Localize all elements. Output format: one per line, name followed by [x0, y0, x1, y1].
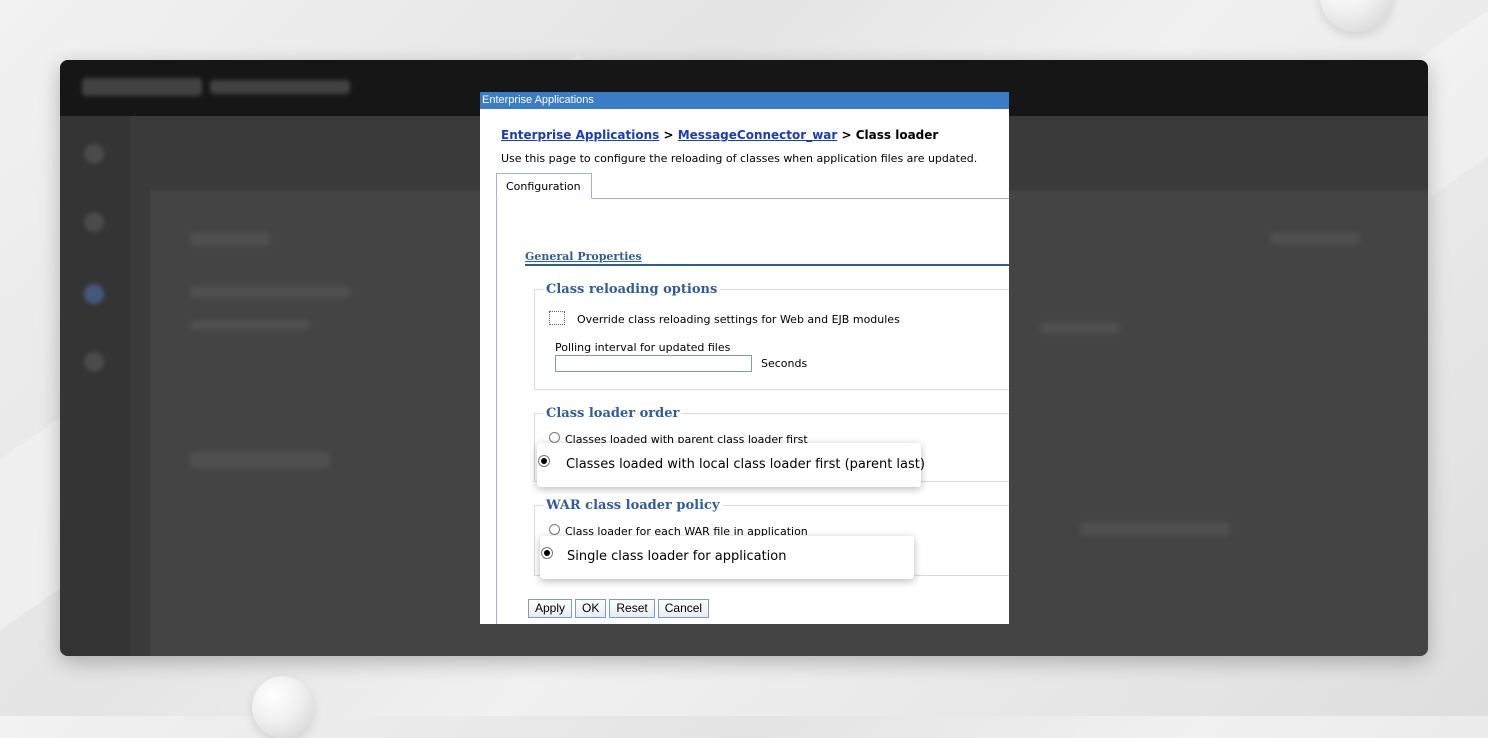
decorative-orb [1320, 0, 1392, 32]
local-first-label: Classes loaded with local class loader f… [566, 457, 925, 472]
console-side-rail [60, 116, 130, 656]
each-war-label: Class loader for each WAR file in applic… [565, 525, 808, 536]
breadcrumb-link-messageconnector[interactable]: MessageConnector_war [678, 128, 838, 142]
parent-first-radio[interactable] [549, 432, 560, 443]
breadcrumb: Enterprise Applications > MessageConnect… [501, 128, 938, 142]
local-first-radio[interactable] [538, 455, 550, 467]
tab-configuration[interactable]: Configuration [496, 173, 592, 199]
button-row: Apply OK Reset Cancel [528, 599, 712, 618]
single-loader-callout: Single class loader for application [540, 536, 914, 579]
class-reloading-group: Class reloading options [534, 282, 1009, 390]
single-loader-label: Single class loader for application [567, 549, 787, 564]
decorative-orb [252, 676, 314, 738]
polling-unit-label: Seconds [761, 357, 808, 370]
class-reloading-legend: Class reloading options [546, 282, 718, 297]
tab-panel-border [496, 198, 497, 624]
page-description: Use this page to configure the reloading… [501, 152, 978, 165]
general-properties-rule [525, 264, 1009, 266]
breadcrumb-separator: > [659, 128, 678, 142]
general-properties-heading: General Properties [525, 250, 642, 263]
local-first-callout: Classes loaded with local class loader f… [537, 443, 925, 487]
override-reloading-checkbox[interactable] [549, 311, 565, 325]
breadcrumb-separator: > [837, 128, 856, 142]
cancel-button[interactable]: Cancel [657, 599, 710, 618]
polling-interval-label: Polling interval for updated files [555, 341, 731, 354]
ok-button[interactable]: OK [575, 599, 607, 618]
override-reloading-label: Override class reloading settings for We… [577, 313, 900, 326]
breadcrumb-link-enterprise-applications[interactable]: Enterprise Applications [501, 128, 659, 142]
single-loader-radio[interactable] [541, 547, 553, 559]
each-war-radio[interactable] [549, 524, 560, 535]
apply-button[interactable]: Apply [528, 599, 573, 618]
polling-interval-input[interactable] [555, 355, 752, 372]
war-policy-legend: WAR class loader policy [546, 498, 720, 513]
window-title: Enterprise Applications [480, 92, 1009, 109]
class-loader-order-legend: Class loader order [546, 406, 680, 421]
breadcrumb-current: Class loader [855, 128, 939, 142]
reset-button[interactable]: Reset [609, 599, 655, 618]
